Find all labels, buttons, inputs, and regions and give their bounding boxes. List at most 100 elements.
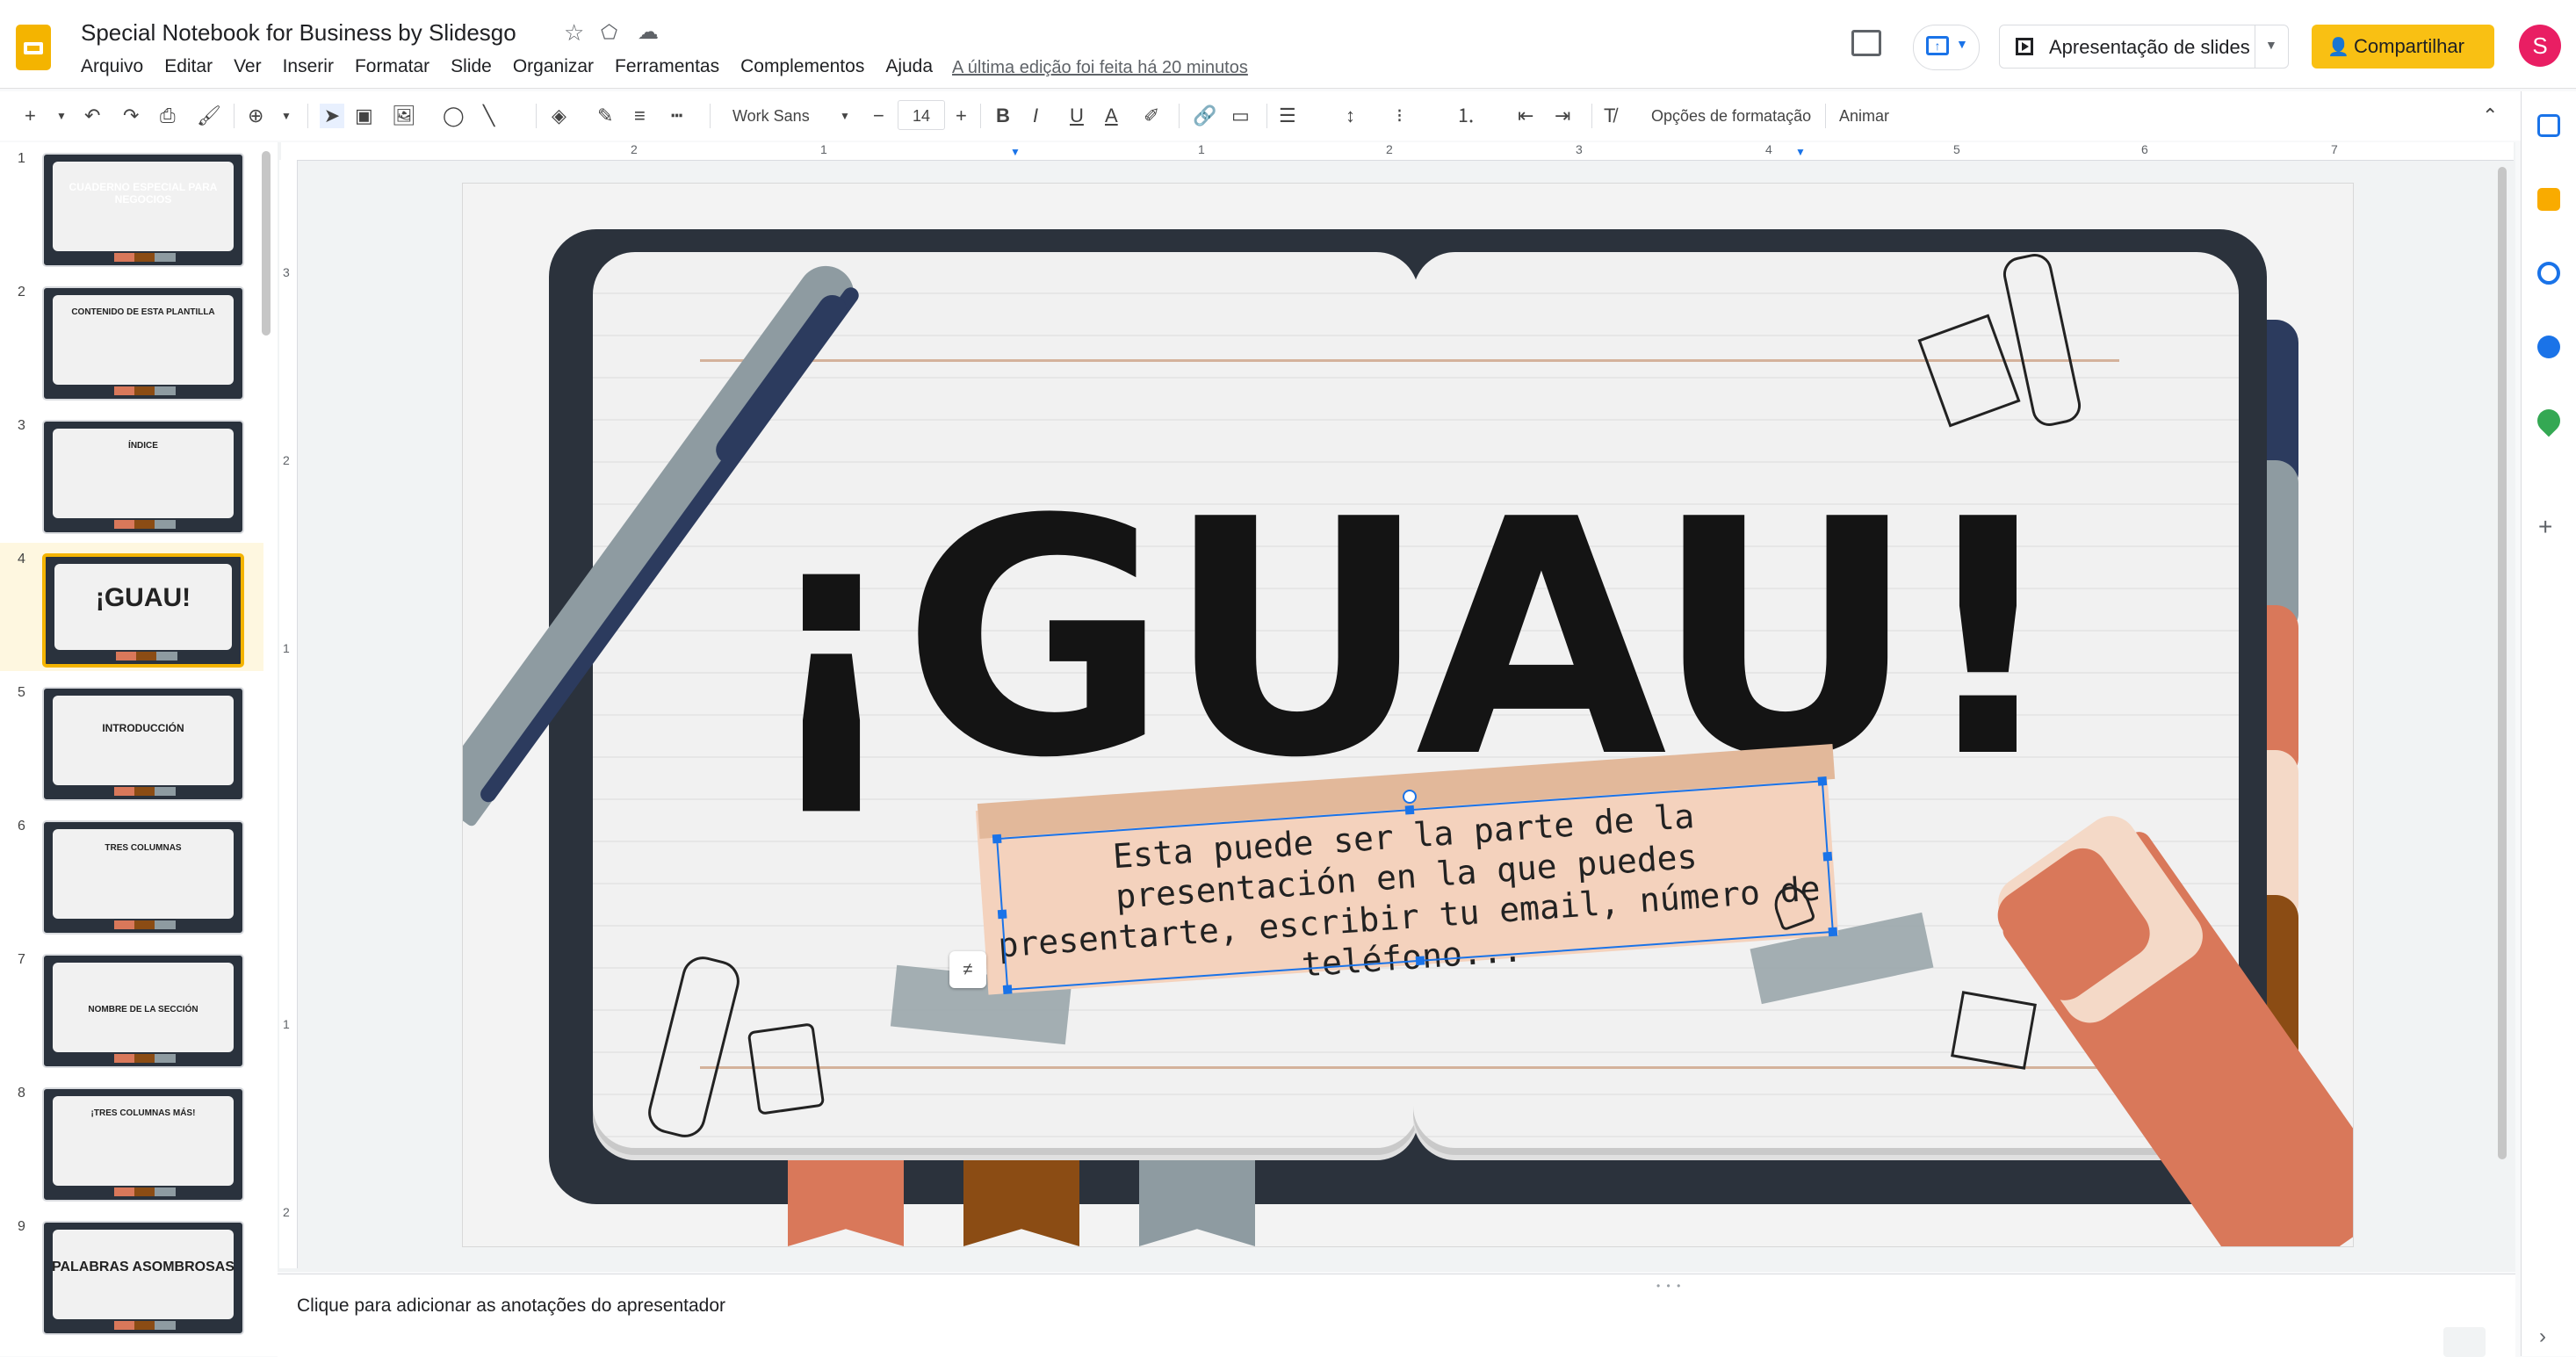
resize-handle[interactable] — [1002, 985, 1013, 994]
slide-thumbnail-4[interactable]: 4 ¡GUAU! — [0, 543, 263, 671]
slide-canvas[interactable]: ¡GUAU! Esta puede ser la parte de la pre… — [462, 183, 2354, 1247]
resize-handle[interactable] — [992, 834, 1002, 844]
slide-thumbnail-1[interactable]: 1 CUADERNO ESPECIAL PARA NEGOCIOS — [0, 142, 263, 271]
insert-link-icon[interactable]: 🔗 — [1193, 104, 1216, 128]
star-icon[interactable]: ☆ — [564, 19, 584, 47]
menu-item-arquivo[interactable]: Arquivo — [81, 56, 143, 83]
get-add-ons-icon[interactable]: + — [2538, 513, 2552, 541]
menu-item-ferramentas[interactable]: Ferramentas — [615, 56, 719, 83]
document-title[interactable]: Special Notebook for Business by Slidesg… — [81, 19, 516, 47]
menu-item-complementos[interactable]: Complementos — [740, 56, 864, 83]
increase-indent-icon[interactable]: ⇥ — [1555, 104, 1570, 128]
decrease-font-size-icon[interactable]: − — [873, 104, 884, 128]
font-family-chevron-icon[interactable]: ▼ — [840, 104, 850, 128]
maps-icon[interactable] — [2532, 404, 2565, 437]
slide-thumbnail-2[interactable]: 2 CONTENIDO DE ESTA PLANTILLA — [0, 276, 263, 404]
border-dash-icon[interactable]: ┅ — [671, 104, 682, 128]
left-indent-marker-icon[interactable]: ▼ — [1010, 146, 1021, 158]
tasks-icon[interactable] — [2537, 262, 2560, 285]
vertical-ruler[interactable]: 3 2 1 1 2 — [279, 160, 298, 1268]
resize-handle[interactable] — [1822, 851, 1833, 862]
zoom-chevron-icon[interactable]: ▼ — [281, 104, 292, 128]
collapse-toolbar-icon[interactable]: ⌃ — [2482, 104, 2498, 128]
calendar-icon[interactable] — [2537, 114, 2560, 137]
explore-icon[interactable] — [2443, 1327, 2486, 1357]
slide-headline[interactable]: ¡GUAU! — [463, 473, 2353, 807]
last-edit-link[interactable]: A última edição foi feita há 20 minutos — [952, 58, 1248, 78]
clear-formatting-icon[interactable]: T̸ — [1604, 104, 1615, 128]
slide-thumbnail-7[interactable]: 7 NOMBRE DE LA SECCIÓN — [0, 943, 263, 1072]
undo-icon[interactable]: ↶ — [84, 104, 100, 128]
resize-handle[interactable] — [997, 909, 1007, 920]
new-slide-layout-chevron-icon[interactable]: ▼ — [56, 104, 67, 128]
rotate-handle[interactable] — [1403, 790, 1417, 804]
present-mode-button[interactable]: ↑ ▼ — [1913, 25, 1980, 70]
resize-handle[interactable] — [1828, 927, 1838, 937]
highlight-color-icon[interactable]: ✐ — [1144, 104, 1159, 128]
slide-thumbnail-6[interactable]: 6 TRES COLUMNAS — [0, 810, 263, 938]
text-color-icon[interactable]: A — [1105, 104, 1118, 128]
menu-item-formatar[interactable]: Formatar — [355, 56, 429, 83]
redo-icon[interactable]: ↷ — [123, 104, 139, 128]
slide-thumbnail-3[interactable]: 3 ÍNDICE — [0, 409, 263, 538]
canvas-scrollbar[interactable] — [2498, 167, 2507, 1159]
shape-icon[interactable]: ◯ — [443, 104, 465, 128]
print-icon[interactable]: ⎙ — [160, 104, 176, 128]
line-spacing-icon[interactable]: ↕ — [1346, 104, 1355, 128]
slide-thumbnail-5[interactable]: 5 INTRODUCCIÓN — [0, 676, 263, 805]
underline-icon[interactable]: U — [1070, 104, 1084, 128]
menu-item-editar[interactable]: Editar — [164, 56, 213, 83]
slide-thumbnail-9[interactable]: 9 PALABRAS ASOMBROSAS — [0, 1210, 263, 1339]
not-equal-chip-icon[interactable]: ≠ — [949, 951, 986, 988]
new-slide-icon[interactable]: + — [25, 104, 36, 128]
slideshow-button[interactable]: Apresentação de slides ▼ — [1999, 25, 2289, 69]
animate-button[interactable]: Animar — [1839, 104, 1889, 128]
resize-handle[interactable] — [1415, 956, 1425, 966]
italic-icon[interactable]: I — [1033, 104, 1038, 128]
share-button[interactable]: 👤 Compartilhar — [2312, 25, 2494, 69]
speaker-notes-panel[interactable]: • • • Clique para adicionar as anotações… — [278, 1274, 2515, 1357]
cloud-saved-icon[interactable]: ☁ — [638, 19, 659, 45]
menu-item-ver[interactable]: Ver — [234, 56, 262, 83]
text-box-icon[interactable]: ▣ — [355, 104, 373, 128]
format-options-button[interactable]: Opções de formatação — [1651, 104, 1811, 128]
bold-icon[interactable]: B — [996, 104, 1010, 128]
menu-item-slide[interactable]: Slide — [451, 56, 492, 83]
menu-item-organizar[interactable]: Organizar — [513, 56, 594, 83]
keep-icon[interactable] — [2537, 188, 2560, 211]
slides-logo-icon[interactable] — [16, 25, 51, 70]
filmstrip-scrollbar[interactable] — [262, 151, 271, 336]
slideshow-options-chevron-icon[interactable]: ▼ — [2265, 38, 2277, 52]
menu-item-ajuda[interactable]: Ajuda — [885, 56, 933, 83]
fill-color-icon[interactable]: ◈ — [552, 104, 566, 128]
paint-format-icon[interactable]: 🖌 — [197, 104, 221, 128]
horizontal-ruler[interactable]: 2 1 1 2 3 4 5 6 7 ▼ ▼ — [281, 142, 2514, 161]
font-size-input[interactable]: 14 — [898, 100, 945, 130]
align-icon[interactable]: ☰ — [1279, 104, 1296, 128]
select-tool-icon[interactable]: ➤ — [320, 104, 344, 128]
notes-resize-grip-icon[interactable]: • • • — [1656, 1280, 1682, 1292]
speaker-notes-placeholder[interactable]: Clique para adicionar as anotações do ap… — [297, 1296, 725, 1317]
add-comment-icon[interactable]: ▭ — [1231, 104, 1250, 128]
border-weight-icon[interactable]: ≡ — [634, 104, 646, 128]
show-side-panel-chevron-icon[interactable]: › — [2539, 1325, 2546, 1349]
decrease-indent-icon[interactable]: ⇤ — [1518, 104, 1533, 128]
bulleted-list-icon[interactable]: ⁝ — [1396, 104, 1403, 128]
menu-item-inserir[interactable]: Inserir — [283, 56, 334, 83]
account-avatar[interactable]: S — [2519, 25, 2561, 67]
resize-handle[interactable] — [1404, 805, 1415, 815]
right-indent-marker-icon[interactable]: ▼ — [1795, 146, 1806, 158]
line-icon[interactable]: ╲ — [483, 104, 494, 128]
slide-thumbnail-8[interactable]: 8 ¡TRES COLUMNAS MÁS! — [0, 1077, 263, 1205]
image-icon[interactable]: 🖼 — [392, 104, 416, 128]
slide-number: 4 — [18, 552, 25, 567]
comments-icon[interactable] — [1851, 30, 1881, 56]
resize-handle[interactable] — [1817, 776, 1828, 786]
increase-font-size-icon[interactable]: + — [956, 104, 967, 128]
border-color-icon[interactable]: ✎ — [597, 104, 613, 128]
zoom-icon[interactable]: ⊕ — [248, 104, 263, 128]
font-family-select[interactable]: Work Sans — [732, 104, 810, 128]
numbered-list-icon[interactable]: ⒈ — [1456, 104, 1476, 128]
contacts-icon[interactable] — [2537, 336, 2560, 358]
move-to-drive-icon[interactable]: ⬠ — [601, 21, 617, 44]
